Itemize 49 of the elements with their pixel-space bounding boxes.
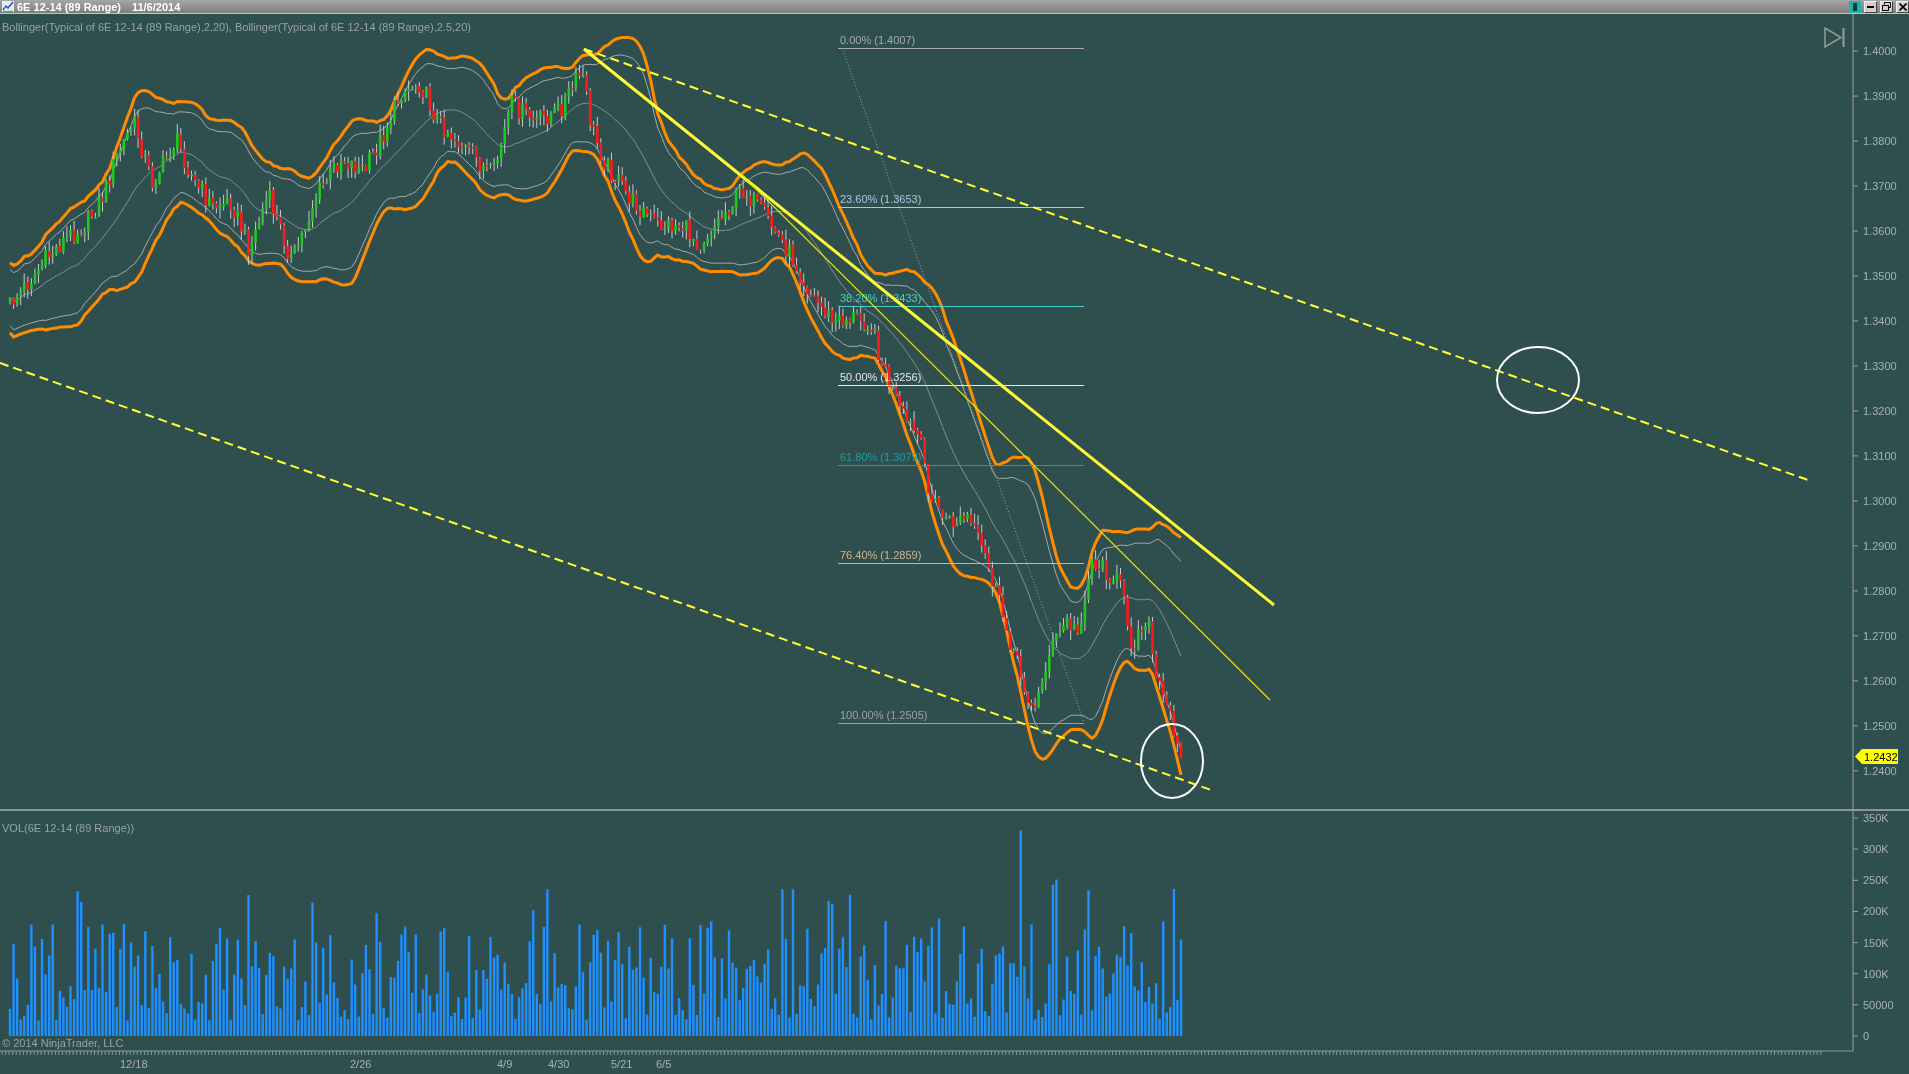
- time-axis-label: 4/9: [497, 1058, 513, 1070]
- volume-label: VOL(6E 12-14 (89 Range)): [2, 822, 135, 834]
- volume-axis-label: 100K: [1863, 967, 1889, 980]
- restore-button[interactable]: [1880, 0, 1893, 13]
- price-axis-label: 1.3600: [1863, 225, 1897, 237]
- volume-axis-label: 0: [1863, 1030, 1870, 1042]
- price-axis-label: 1.3100: [1863, 449, 1897, 462]
- volume-axis-label: 150K: [1863, 936, 1889, 949]
- fib-level-label: 23.60% (1.3653): [840, 193, 922, 205]
- time-axis-label: 6/5: [656, 1058, 672, 1070]
- volume-axis-label: 50000: [1863, 998, 1894, 1011]
- price-axis-label: 1.3800: [1863, 135, 1897, 148]
- window-date: 11/6/2014: [131, 0, 181, 13]
- close-button[interactable]: [1896, 0, 1909, 13]
- tile-icon[interactable]: [1849, 0, 1861, 13]
- close-icon: [1898, 2, 1907, 11]
- time-axis-label: 5/21: [611, 1058, 633, 1070]
- restore-icon: [1882, 2, 1891, 11]
- chart-icon: [2, 1, 14, 12]
- time-axis-label: 4/30: [548, 1058, 570, 1070]
- price-axis-label: 1.3400: [1863, 315, 1897, 327]
- price-axis-label: 1.3900: [1863, 90, 1897, 103]
- price-axis-label: 1.2800: [1863, 584, 1897, 597]
- time-axis-label: 2/26: [350, 1058, 372, 1070]
- price-axis-label: 1.2500: [1863, 719, 1897, 732]
- price-axis-label: 1.3200: [1863, 404, 1897, 417]
- price-axis-label: 1.3500: [1863, 270, 1897, 282]
- window-title: 6E 12-14 (89 Range): [17, 0, 121, 13]
- copyright-text: © 2014 NinjaTrader, LLC: [2, 1037, 124, 1049]
- volume-axis-label: 300K: [1863, 843, 1889, 856]
- price-axis-label: 1.3300: [1863, 359, 1897, 372]
- minimize-icon: [1867, 5, 1874, 8]
- price-axis-label: 1.3700: [1863, 180, 1897, 193]
- fib-level-label: 76.40% (1.2859): [840, 549, 922, 561]
- price-axis-label: 1.3000: [1863, 494, 1897, 507]
- price-axis-label: 1.2400: [1863, 764, 1897, 777]
- indicator-label: Bollinger(Typical of 6E 12-14 (89 Range),2,20), Bollinger(Typical of 6E 12-14 (89 Range),2.5,20): [2, 21, 471, 33]
- price-axis-label: 1.2900: [1863, 539, 1897, 552]
- volume-axis-label: 200K: [1863, 905, 1889, 918]
- time-axis-label: 12/18: [120, 1058, 148, 1070]
- volume-axis-label: 250K: [1863, 874, 1889, 887]
- volume-axis-label: 350K: [1863, 812, 1889, 824]
- fib-level-label: 100.00% (1.2505): [840, 709, 928, 721]
- price-axis-label: 1.2700: [1863, 629, 1897, 642]
- price-axis-label: 1.4000: [1863, 45, 1897, 58]
- price-axis-label: 1.2600: [1863, 674, 1897, 687]
- minimize-button[interactable]: [1864, 0, 1877, 13]
- fib-level-label: 0.00% (1.4007): [840, 34, 916, 46]
- skip-to-end-icon[interactable]: [1824, 26, 1845, 49]
